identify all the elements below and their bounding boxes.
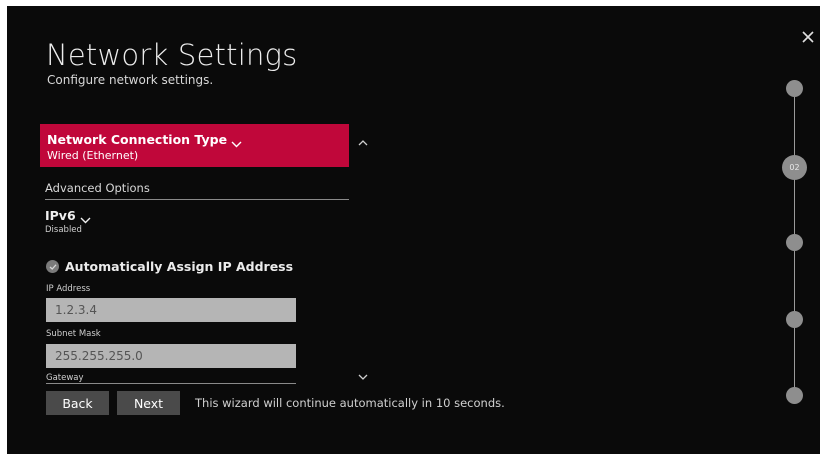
- subnet-mask-input[interactable]: 255.255.255.0: [46, 344, 296, 368]
- scroll-up-icon[interactable]: [358, 132, 368, 146]
- step-indicator-current: 02: [782, 155, 807, 180]
- step-indicator: [786, 311, 803, 328]
- ipv6-value: Disabled: [45, 225, 82, 235]
- tv-screen: Network Settings Configure network setti…: [7, 6, 820, 454]
- step-indicator: [786, 80, 803, 97]
- chevron-down-icon: [80, 212, 91, 224]
- check-icon: [46, 260, 59, 273]
- divider: [45, 199, 349, 200]
- page-title: Network Settings: [46, 38, 298, 72]
- network-connection-type-dropdown[interactable]: Network Connection Type Wired (Ethernet): [40, 124, 349, 167]
- scroll-down-icon[interactable]: [358, 366, 368, 380]
- ipv6-dropdown[interactable]: IPv6 Disabled: [45, 208, 91, 235]
- subnet-mask-label: Subnet Mask: [46, 329, 101, 339]
- ip-address-input[interactable]: 1.2.3.4: [46, 298, 296, 322]
- gateway-input[interactable]: [46, 383, 296, 384]
- page-subtitle: Configure network settings.: [47, 73, 214, 87]
- advanced-options-heading: Advanced Options: [45, 181, 150, 195]
- close-icon: [802, 28, 814, 47]
- next-button[interactable]: Next: [117, 391, 180, 415]
- ipv6-label: IPv6: [45, 208, 76, 223]
- step-indicator: [786, 234, 803, 251]
- back-button[interactable]: Back: [46, 391, 109, 415]
- auto-assign-label: Automatically Assign IP Address: [65, 259, 294, 274]
- chevron-down-icon: [231, 136, 242, 148]
- gateway-label: Gateway: [46, 373, 84, 383]
- step-indicator: [786, 387, 803, 404]
- connection-type-value: Wired (Ethernet): [47, 149, 139, 162]
- ip-address-label: IP Address: [46, 284, 91, 294]
- auto-continue-message: This wizard will continue automatically …: [195, 396, 505, 410]
- connection-type-label: Network Connection Type: [47, 132, 228, 147]
- close-button[interactable]: [802, 28, 818, 44]
- auto-assign-ip-checkbox[interactable]: Automatically Assign IP Address: [46, 259, 293, 274]
